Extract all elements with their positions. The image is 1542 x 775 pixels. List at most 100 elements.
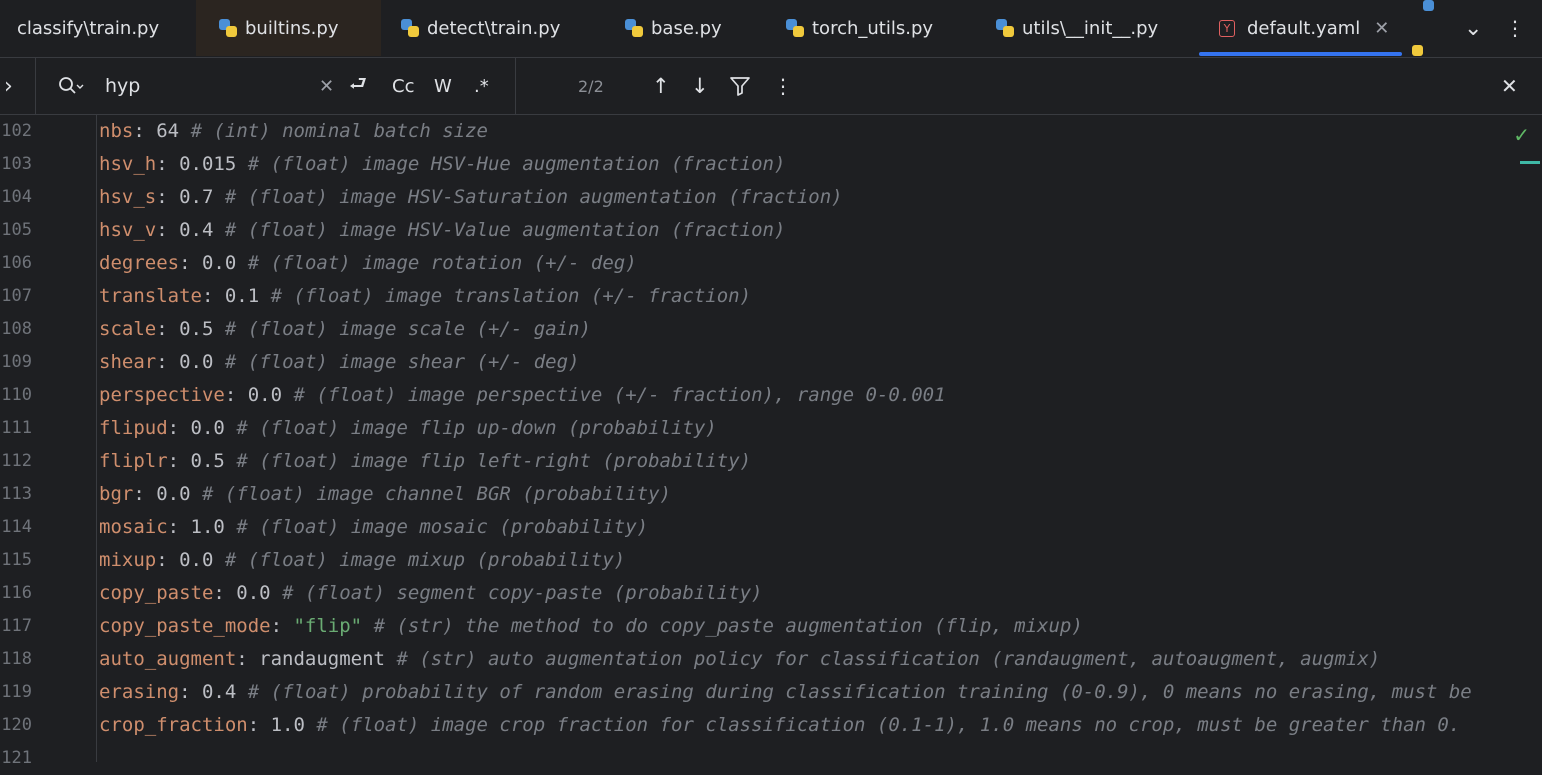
code-line[interactable]: 119 erasing: 0.4 # (float) probability of… bbox=[0, 676, 1542, 709]
code-line[interactable]: 118 auto_augment: randaugment # (str) aut… bbox=[0, 643, 1542, 676]
match-count: 2/2 bbox=[578, 76, 604, 96]
regex-toggle[interactable]: .* bbox=[474, 58, 489, 114]
close-icon[interactable]: ✕ bbox=[1374, 18, 1389, 39]
line-number: 119 bbox=[1, 682, 32, 702]
next-match-icon[interactable]: ↓ bbox=[691, 58, 709, 114]
tab-base[interactable]: base.py bbox=[625, 0, 722, 56]
code-line[interactable]: 107 translate: 0.1 # (float) image transl… bbox=[0, 280, 1542, 313]
close-find-icon[interactable]: ✕ bbox=[1501, 58, 1518, 114]
previous-match-icon[interactable]: ↑ bbox=[652, 58, 670, 114]
divider bbox=[515, 58, 516, 114]
code-editor[interactable]: 102 nbs: 64 # (int) nominal batch size 103… bbox=[0, 115, 1542, 768]
search-input[interactable]: hyp bbox=[105, 58, 140, 114]
line-number: 116 bbox=[1, 583, 32, 603]
line-number: 104 bbox=[1, 187, 32, 207]
code-line[interactable]: 113 bgr: 0.0 # (float) image channel BGR … bbox=[0, 478, 1542, 511]
tab-detect-train[interactable]: detect\train.py bbox=[401, 0, 560, 56]
code-content: bgr: 0.0 # (float) image channel BGR (pr… bbox=[99, 483, 671, 505]
code-content: mosaic: 1.0 # (float) image mosaic (prob… bbox=[99, 516, 649, 538]
clear-search-icon[interactable]: ✕ bbox=[319, 58, 334, 114]
tab-label: utils\__init__.py bbox=[1022, 17, 1159, 39]
yaml-comment: # (int) nominal batch size bbox=[190, 120, 488, 142]
find-bar: › hyp ✕ ⮐ Cc W .* 2/2 ↑ ↓ ⋮ ✕ bbox=[0, 58, 1542, 115]
chevron-down-icon[interactable]: ⌄ bbox=[1464, 0, 1482, 56]
chevron-right-icon[interactable]: › bbox=[4, 58, 13, 114]
yaml-comment: # (str) auto augmentation policy for cla… bbox=[396, 648, 1381, 670]
tab-utils-init[interactable]: utils\__init__.py bbox=[996, 0, 1158, 56]
code-content: fliplr: 0.5 # (float) image flip left-ri… bbox=[99, 450, 752, 472]
wrap-icon[interactable]: ⮐ bbox=[349, 58, 367, 114]
code-line[interactable]: 108 scale: 0.5 # (float) image scale (+/-… bbox=[0, 313, 1542, 346]
code-content: translate: 0.1 # (float) image translati… bbox=[99, 285, 752, 307]
more-options-icon[interactable]: ⋮ bbox=[773, 58, 793, 114]
yaml-key: copy_paste_mode bbox=[99, 615, 271, 637]
code-line[interactable]: 111 flipud: 0.0 # (float) image flip up-d… bbox=[0, 412, 1542, 445]
line-number: 110 bbox=[1, 385, 32, 405]
match-case-toggle[interactable]: Cc bbox=[392, 58, 414, 114]
search-icon[interactable] bbox=[58, 58, 84, 114]
code-line[interactable]: 105 hsv_v: 0.4 # (float) image HSV-Value … bbox=[0, 214, 1542, 247]
more-vertical-icon[interactable]: ⋮ bbox=[1505, 0, 1525, 56]
yaml-key: crop_fraction bbox=[99, 714, 248, 736]
code-content: crop_fraction: 1.0 # (float) image crop … bbox=[99, 714, 1461, 736]
tab-torch-utils[interactable]: torch_utils.py bbox=[786, 0, 933, 56]
yaml-value: 0.0 bbox=[236, 582, 271, 604]
code-line[interactable]: 116 copy_paste: 0.0 # (float) segment cop… bbox=[0, 577, 1542, 610]
yaml-value: 0.1 bbox=[224, 285, 260, 307]
yaml-value: 0.7 bbox=[179, 186, 214, 208]
yaml-key: fliplr bbox=[99, 450, 168, 472]
code-content: shear: 0.0 # (float) image shear (+/- de… bbox=[99, 351, 580, 373]
python-icon bbox=[625, 19, 643, 37]
yaml-key: mixup bbox=[99, 549, 157, 571]
yaml-value: "flip" bbox=[293, 615, 363, 637]
code-line[interactable]: 117 copy_paste_mode: "flip" # (str) the m… bbox=[0, 610, 1542, 643]
yaml-key: nbs bbox=[99, 120, 134, 142]
yaml-comment: # (float) image HSV-Value augmentation (… bbox=[224, 219, 786, 241]
code-content: nbs: 64 # (int) nominal batch size bbox=[99, 120, 488, 142]
yaml-comment: # (float) image shear (+/- deg) bbox=[224, 351, 580, 373]
yaml-comment: # (float) image mixup (probability) bbox=[224, 549, 626, 571]
yaml-value: 0.0 bbox=[156, 483, 191, 505]
yaml-value: 0.5 bbox=[190, 450, 225, 472]
code-line[interactable]: 110 perspective: 0.0 # (float) image pers… bbox=[0, 379, 1542, 412]
code-line[interactable]: 109 shear: 0.0 # (float) image shear (+/-… bbox=[0, 346, 1542, 379]
whole-word-toggle[interactable]: W bbox=[434, 58, 452, 114]
code-line[interactable]: 114 mosaic: 1.0 # (float) image mosaic (p… bbox=[0, 511, 1542, 544]
scrollbar-match-marker[interactable] bbox=[1520, 161, 1540, 164]
code-line[interactable]: 121 bbox=[0, 742, 1542, 775]
yaml-comment: # (float) image scale (+/- gain) bbox=[224, 318, 591, 340]
code-line[interactable]: 103 hsv_h: 0.015 # (float) image HSV-Hue … bbox=[0, 148, 1542, 181]
code-line[interactable]: 120 crop_fraction: 1.0 # (float) image cr… bbox=[0, 709, 1542, 742]
filter-icon[interactable] bbox=[729, 58, 751, 114]
code-line[interactable]: 106 degrees: 0.0 # (float) image rotation… bbox=[0, 247, 1542, 280]
yaml-comment: # (float) image perspective (+/- fractio… bbox=[293, 384, 946, 406]
yaml-key: bgr bbox=[99, 483, 134, 505]
yaml-comment: # (float) image HSV-Hue augmentation (fr… bbox=[247, 153, 786, 175]
code-line[interactable]: 104 hsv_s: 0.7 # (float) image HSV-Satura… bbox=[0, 181, 1542, 214]
tab-label: detect\train.py bbox=[427, 17, 561, 39]
yaml-comment: # (float) image translation (+/- fractio… bbox=[270, 285, 752, 307]
yaml-value: 1.0 bbox=[190, 516, 225, 538]
code-line[interactable]: 112 fliplr: 0.5 # (float) image flip left… bbox=[0, 445, 1542, 478]
yaml-value: 1.0 bbox=[270, 714, 305, 736]
tab-default-yaml[interactable]: Y default.yaml ✕ bbox=[1199, 0, 1402, 56]
yaml-comment: # (str) the method to do copy_paste augm… bbox=[373, 615, 1083, 637]
inspection-ok-icon[interactable]: ✓ bbox=[1513, 123, 1530, 147]
tab-builtins[interactable]: builtins.py bbox=[196, 0, 381, 56]
yaml-comment: # (float) image crop fraction for classi… bbox=[316, 714, 1461, 736]
yaml-value: 0.5 bbox=[179, 318, 214, 340]
yaml-key: erasing bbox=[99, 681, 180, 703]
tab-label: classify\train.py bbox=[17, 17, 160, 39]
code-line[interactable]: 102 nbs: 64 # (int) nominal batch size bbox=[0, 115, 1542, 148]
yaml-value: randaugment bbox=[259, 648, 386, 670]
python-icon bbox=[401, 19, 419, 37]
yaml-comment: # (float) image channel BGR (probability… bbox=[202, 483, 671, 505]
tab-label: builtins.py bbox=[245, 17, 339, 39]
python-icon bbox=[786, 19, 804, 37]
yaml-key: degrees bbox=[99, 252, 180, 274]
code-line[interactable]: 115 mixup: 0.0 # (float) image mixup (pro… bbox=[0, 544, 1542, 577]
yaml-value: 64 bbox=[156, 120, 180, 142]
yaml-value: 0.0 bbox=[201, 252, 237, 274]
tab-classify-train[interactable]: classify\train.py bbox=[0, 0, 195, 56]
code-content: hsv_v: 0.4 # (float) image HSV-Value aug… bbox=[99, 219, 786, 241]
